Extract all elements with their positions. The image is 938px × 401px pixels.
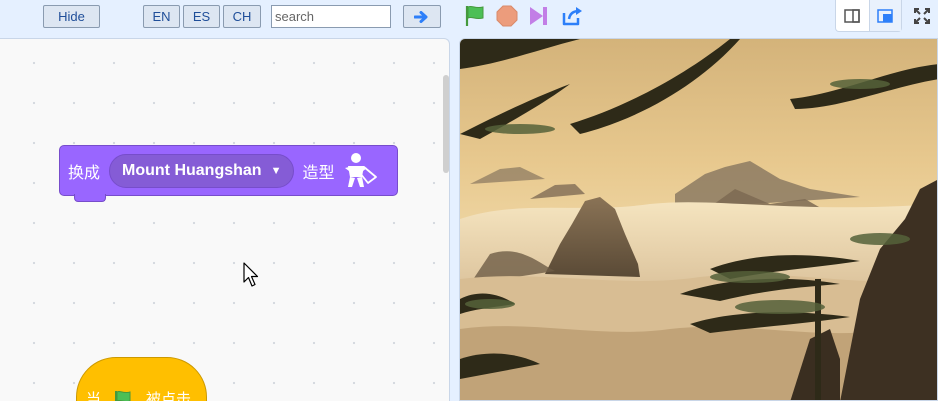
fullscreen-icon xyxy=(914,8,930,24)
share-button[interactable] xyxy=(559,3,585,29)
green-flag-icon xyxy=(115,390,131,401)
hat-suffix-text: 被点击 xyxy=(146,391,192,401)
stage-layout-switch xyxy=(835,0,902,32)
stop-icon xyxy=(496,5,518,27)
code-area[interactable]: 换成 Mount Huangshan ▼ 造型 当 被点击 xyxy=(0,38,450,401)
search-go-button[interactable] xyxy=(403,5,441,28)
hat-prefix-text: 当 xyxy=(86,391,102,401)
switch-costume-block[interactable]: 换成 Mount Huangshan ▼ 造型 xyxy=(59,145,398,202)
code-area-scrollbar[interactable] xyxy=(443,75,449,173)
mouse-cursor-icon xyxy=(243,262,259,287)
language-es-button[interactable]: ES xyxy=(183,5,220,28)
green-flag-icon xyxy=(465,5,484,26)
block-prefix-text: 换成 xyxy=(68,164,101,182)
fullscreen-button[interactable] xyxy=(906,0,938,32)
share-icon xyxy=(562,7,582,26)
toolbar: Hide EN ES CH xyxy=(0,0,938,38)
green-flag-button[interactable] xyxy=(462,3,488,29)
arrow-right-icon xyxy=(414,10,428,23)
hide-button[interactable]: Hide xyxy=(43,5,100,28)
small-stage-icon xyxy=(844,8,860,23)
large-stage-icon xyxy=(877,8,893,23)
stop-button[interactable] xyxy=(494,3,520,29)
block-notch xyxy=(74,194,106,202)
stage[interactable] xyxy=(459,38,938,401)
language-ch-button[interactable]: CH xyxy=(223,5,261,28)
search-input[interactable] xyxy=(271,5,391,28)
stage-backdrop-image xyxy=(460,39,937,400)
costume-dropdown-value: Mount Huangshan xyxy=(122,161,262,179)
looks-costume-icon xyxy=(345,152,378,187)
step-button[interactable] xyxy=(526,3,552,29)
step-icon xyxy=(530,7,547,25)
chevron-down-icon: ▼ xyxy=(270,164,282,177)
language-en-button[interactable]: EN xyxy=(143,5,180,28)
when-flag-clicked-block[interactable]: 当 被点击 xyxy=(76,357,207,401)
large-stage-button[interactable] xyxy=(868,0,901,31)
small-stage-button[interactable] xyxy=(836,0,869,31)
block-suffix-text: 造型 xyxy=(302,164,335,182)
costume-dropdown[interactable]: Mount Huangshan ▼ xyxy=(109,153,295,188)
